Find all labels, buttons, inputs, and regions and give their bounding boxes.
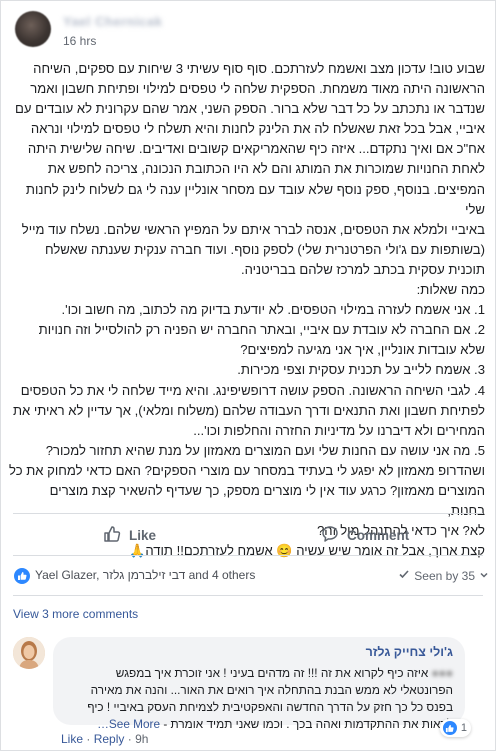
chevron-down-icon <box>479 569 489 583</box>
post-line: 1. אני אשמח לעזרה במילוי הטפסים. לא יודע… <box>61 302 485 318</box>
comment-reply-link[interactable]: Reply <box>94 732 125 746</box>
author-avatar[interactable] <box>15 11 51 47</box>
post-line: 4. לגבי השיחה הראשונה. הספק עושה דרופשיפ… <box>20 382 485 398</box>
post-line: אח"כ אם ואיך נתקדם... איזה כיף שהאמריקאי… <box>27 141 485 157</box>
comment-bubble: ג'ולי צחייק גלזר ●●● איזה כיף לקרוא את ז… <box>53 637 465 731</box>
thumbs-up-icon <box>103 525 121 546</box>
reaction-count: 1 <box>460 722 467 734</box>
comment-actions: Like · Reply · 9h <box>61 732 148 746</box>
post-line: (בשותפות עם ג'ולי הפרטנרית שלי) לספק נוס… <box>44 241 485 257</box>
author-name[interactable]: Yael Chernicak <box>63 14 163 29</box>
post-line: 3. אשמח ללייב על תכנית עסקית וצפי מכירות… <box>237 362 485 378</box>
post-line: הראשונה היתה מאוד משמחת. הספקית שלחה לי … <box>30 81 485 97</box>
see-more-link[interactable]: See More… <box>97 717 160 731</box>
comment-line: איזה כיף לקרוא את זה !!! זה מדהים בעיני … <box>115 666 429 680</box>
reaction-names[interactable]: Yael Glazer, דבי זילברמן גלזר and 4 othe… <box>35 568 255 582</box>
reaction-names-prefix[interactable]: Yael Glazer, דבי זילברמן גלזר <box>35 568 185 582</box>
comment-text: ●●● איזה כיף לקרוא את זה !!! זה מדהים בע… <box>61 665 453 733</box>
reaction-badges[interactable] <box>13 567 31 585</box>
seen-by[interactable]: Seen by 35 <box>398 568 489 583</box>
divider <box>13 555 483 556</box>
post-timestamp[interactable]: 16 hrs <box>63 34 96 48</box>
comment-line: בפנס כל כך חזק על הדרך החדשה והאפקטיבית … <box>87 700 453 714</box>
like-reaction-icon <box>441 720 458 736</box>
comment-like-link[interactable]: Like <box>61 732 83 746</box>
post-line: תוכנית עסקית בכתב למרכז שלהם בבריטניה. <box>240 261 485 277</box>
separator-dot: · <box>127 732 136 746</box>
post-line: המוצרים מאמזון? כרגע עוד אין לי מוצרים מ… <box>49 482 485 519</box>
separator-dot: · <box>86 732 94 746</box>
post-line: המחירים ולא דיברנו על מדיניות החזרה והחל… <box>193 422 485 438</box>
post-line: המפיצים. בנוסף, ספק נוסף שלא עובד עם מסח… <box>25 181 485 217</box>
comment-icon <box>321 525 339 546</box>
divider <box>13 595 483 596</box>
post-actions: Like Comment <box>13 519 483 551</box>
post-line: באיביי ולמלא את הטפסים, אנסה לברר איתם ע… <box>21 221 485 237</box>
post-line: שנדבר או נתכתב על כל דבר שלא ברור. הספק … <box>14 101 485 117</box>
post-line: 5. מה אני עושה עם החנות שלי ועם המוצרים … <box>45 442 485 458</box>
like-button[interactable]: Like <box>103 519 156 551</box>
view-more-comments-link[interactable]: View 3 more comments <box>13 607 138 621</box>
post-line: לאחת החנויות שמוכרות את המותג והם לא היו… <box>47 161 485 177</box>
reactions-bar: Yael Glazer, דבי זילברמן גלזר and 4 othe… <box>13 567 489 585</box>
post-line: שלא עובדות אונליין, איך אני מגיעה למפיצי… <box>240 342 485 358</box>
post-line: איביי, אבל בכל זאת שאשלח לה את הלינק לחנ… <box>30 121 485 137</box>
post-line: לפתיחת חשבון ואת התנאים ודרך העבודה שלהם… <box>12 402 485 418</box>
post-line: ושהדרופ מאמזון לא יפגע לי בעתיד במסחר עם… <box>9 462 485 478</box>
divider <box>13 513 483 514</box>
comment-line: לראות את ההתקדמות ואהה בכך . וכמו שאני ת… <box>163 717 453 731</box>
comment-button[interactable]: Comment <box>321 519 409 551</box>
like-label: Like <box>129 527 157 543</box>
post-card: Yael Chernicak 16 hrs שבוע טוב! עדכון מצ… <box>0 0 496 751</box>
commenter-avatar[interactable] <box>13 637 45 669</box>
post-line: 2. אם החברה לא עובדת עם איביי, ובאתר החב… <box>38 322 485 338</box>
comment-reaction-count[interactable]: 1 <box>439 719 471 737</box>
seen-by-label: Seen by 35 <box>414 568 475 583</box>
post-body: שבוע טוב! עדכון מצב ואשמח לעזרתכם. סוף ס… <box>9 59 485 561</box>
post-line: שבוע טוב! עדכון מצב ואשמח לעזרתכם. סוף ס… <box>33 61 485 76</box>
comment-line: הפרונטאלי לא ממש הבנת בהתחלה איך רואים א… <box>90 683 453 697</box>
like-reaction-icon <box>13 567 31 585</box>
commenter-name[interactable]: ג'ולי צחייק גלזר <box>366 645 453 659</box>
post-header: Yael Chernicak 16 hrs <box>11 7 481 49</box>
reaction-names-suffix[interactable]: and 4 others <box>185 568 256 582</box>
post-line: כמה שאלות: <box>416 282 485 298</box>
check-icon <box>398 568 410 583</box>
comment-time[interactable]: 9h <box>135 732 148 746</box>
comment-label: Comment <box>347 527 410 543</box>
blurred-mention: ●●● <box>431 666 453 680</box>
